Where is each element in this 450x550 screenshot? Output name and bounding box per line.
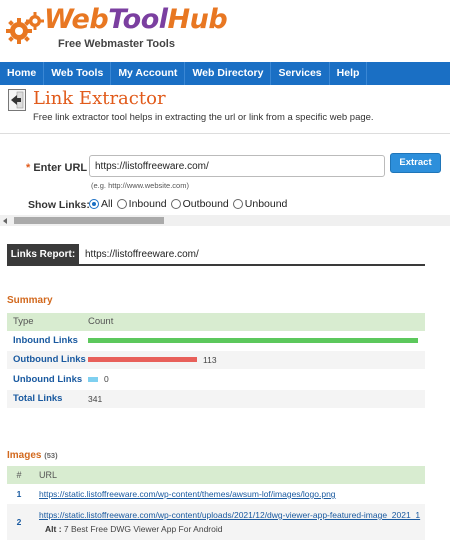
image-alt-text: Alt : 7 Best Free DWG Viewer App For And… (39, 524, 425, 534)
table-row: 2 https://static.listoffreeware.com/wp-c… (7, 504, 425, 540)
url-cell: https://static.listoffreeware.com/wp-con… (31, 486, 425, 502)
radio-outbound-label: Outbound (182, 198, 229, 210)
radio-inbound-label: Inbound (128, 198, 167, 210)
table-row: 1 https://static.listoffreeware.com/wp-c… (7, 484, 425, 504)
summary-count-cell (88, 337, 425, 343)
column-header-count: Count (88, 316, 114, 327)
report-url: https://listoffreeware.com/ (85, 249, 199, 260)
url-input[interactable] (89, 155, 385, 177)
summary-count-cell: 341 (88, 394, 425, 404)
page-title: Link Extractor (33, 88, 166, 109)
url-cell: https://static.listoffreeware.com/wp-con… (31, 507, 425, 537)
horizontal-scrollbar[interactable] (0, 215, 450, 226)
radio-unchecked-icon (170, 199, 181, 209)
nav-item-web-directory[interactable]: Web Directory (185, 62, 272, 85)
column-header-type: Type (13, 316, 34, 327)
gear-logo-icon (6, 12, 44, 44)
image-url-link[interactable]: https://static.listoffreeware.com/wp-con… (39, 489, 336, 499)
site-logo-title[interactable]: WebToolHub (44, 4, 228, 35)
divider (0, 133, 450, 134)
images-heading: Images (53) (7, 450, 58, 461)
column-header-number: # (16, 470, 22, 480)
logo-text-tool: Tool (108, 4, 168, 35)
summary-header-row: Type Count (7, 313, 425, 331)
url-label-text: Enter URL (33, 162, 88, 174)
main-nav: Home Web Tools My Account Web Directory … (0, 62, 450, 85)
summary-type-label: Total Links (13, 393, 63, 405)
page-description: Free link extractor tool helps in extrac… (33, 112, 374, 123)
logo-text-hub: Hub (167, 4, 228, 35)
url-hint: (e.g. http://www.website.com) (91, 181, 189, 190)
nav-item-home[interactable]: Home (0, 62, 45, 85)
radio-all[interactable]: All (89, 198, 113, 210)
summary-count-cell: 0 (88, 374, 425, 384)
nav-item-web-tools[interactable]: Web Tools (44, 62, 112, 85)
radio-unbound-label: Unbound (244, 198, 288, 210)
extract-button[interactable]: Extract (390, 153, 441, 173)
required-mark: * (26, 162, 31, 174)
nav-item-help[interactable]: Help (330, 62, 368, 85)
row-number: 1 (16, 489, 22, 499)
inbound-bar (88, 337, 418, 343)
summary-heading: Summary (7, 295, 53, 306)
summary-table: Type Count Inbound Links Outbound Links … (7, 313, 425, 409)
links-report-tab: Links Report: (7, 244, 79, 265)
image-url-link[interactable]: https://static.listoffreeware.com/wp-con… (39, 510, 420, 520)
radio-outbound[interactable]: Outbound (170, 198, 229, 210)
images-count: (53) (44, 451, 58, 460)
scroll-left-icon[interactable] (3, 218, 7, 224)
radio-inbound[interactable]: Inbound (116, 198, 167, 210)
show-links-options: All Inbound Outbound Unbound (89, 198, 291, 210)
nav-item-services[interactable]: Services (271, 62, 330, 85)
summary-row-unbound: Unbound Links 0 (7, 370, 425, 390)
summary-type-link[interactable]: Unbound Links (7, 374, 88, 385)
url-label: * Enter URL (26, 162, 87, 174)
back-arrow-icon (8, 89, 26, 111)
summary-row-outbound: Outbound Links 113 (7, 350, 425, 370)
show-links-label: Show Links: (28, 199, 90, 211)
images-header-row: # URL (7, 466, 425, 484)
site-header: WebToolHub Free Webmaster Tools (0, 0, 450, 62)
images-heading-text: Images (7, 450, 42, 461)
summary-count-value: 0 (104, 374, 109, 385)
summary-count-value: 341 (88, 393, 103, 404)
report-divider (7, 264, 425, 266)
radio-unbound[interactable]: Unbound (232, 198, 288, 210)
summary-row-total: Total Links 341 (7, 389, 425, 409)
logo-text-web: Web (44, 4, 109, 35)
radio-all-label: All (101, 198, 113, 210)
alt-value: 7 Best Free DWG Viewer App For Android (63, 524, 223, 534)
summary-count-value: 113 (203, 354, 217, 365)
summary-row-inbound: Inbound Links (7, 331, 425, 351)
summary-type-link[interactable]: Inbound Links (7, 335, 88, 346)
radio-unchecked-icon (232, 199, 243, 209)
outbound-bar (88, 357, 197, 363)
nav-item-my-account[interactable]: My Account (111, 62, 186, 85)
summary-count-cell: 113 (88, 355, 425, 365)
radio-checked-icon (89, 199, 99, 209)
unbound-bar (88, 376, 98, 382)
images-table: # URL 1 https://static.listoffreeware.co… (7, 466, 425, 540)
column-header-url: URL (39, 470, 58, 480)
radio-unchecked-icon (116, 199, 127, 209)
site-tagline: Free Webmaster Tools (58, 38, 175, 50)
row-number: 2 (16, 517, 22, 527)
alt-label: Alt : (45, 524, 62, 534)
summary-type-link[interactable]: Outbound Links (7, 354, 88, 365)
scrollbar-thumb[interactable] (14, 217, 164, 224)
